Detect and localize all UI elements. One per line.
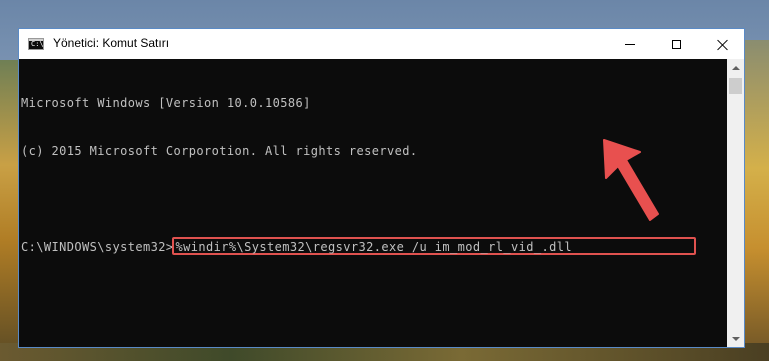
command-text: %windir%\System32\regsvr32.exe /u im_mod… — [175, 240, 572, 254]
close-icon — [717, 39, 728, 50]
console-line-version: Microsoft Windows [Version 10.0.10586] — [21, 96, 311, 110]
scroll-down-button[interactable] — [727, 330, 744, 347]
scroll-up-button[interactable] — [727, 59, 744, 76]
close-button[interactable] — [699, 29, 745, 59]
minimize-icon — [625, 43, 635, 45]
window-title: Yönetici: Komut Satırı — [53, 36, 170, 50]
maximize-button[interactable] — [653, 29, 699, 59]
highlighted-command[interactable]: %windir%\System32\regsvr32.exe /u im_mod… — [171, 237, 696, 255]
console-command-line: C:\WINDOWS\system32> %windir%\System32\re… — [21, 237, 725, 255]
red-pointer-arrow-icon — [603, 139, 659, 221]
command-prompt-path: C:\WINDOWS\system32> — [21, 240, 174, 254]
minimize-button[interactable] — [607, 29, 653, 59]
chevron-up-icon — [731, 65, 740, 70]
console-app-icon[interactable]: C:\ — [28, 38, 44, 50]
console-icon-glyph: C:\ — [31, 40, 44, 48]
maximize-icon — [671, 39, 681, 49]
vertical-scrollbar[interactable] — [727, 59, 744, 347]
desktop-background-right — [745, 40, 769, 361]
title-bar[interactable]: C:\ Yönetici: Komut Satırı — [19, 29, 744, 59]
chevron-down-icon — [731, 336, 740, 341]
scroll-thumb[interactable] — [729, 78, 742, 94]
